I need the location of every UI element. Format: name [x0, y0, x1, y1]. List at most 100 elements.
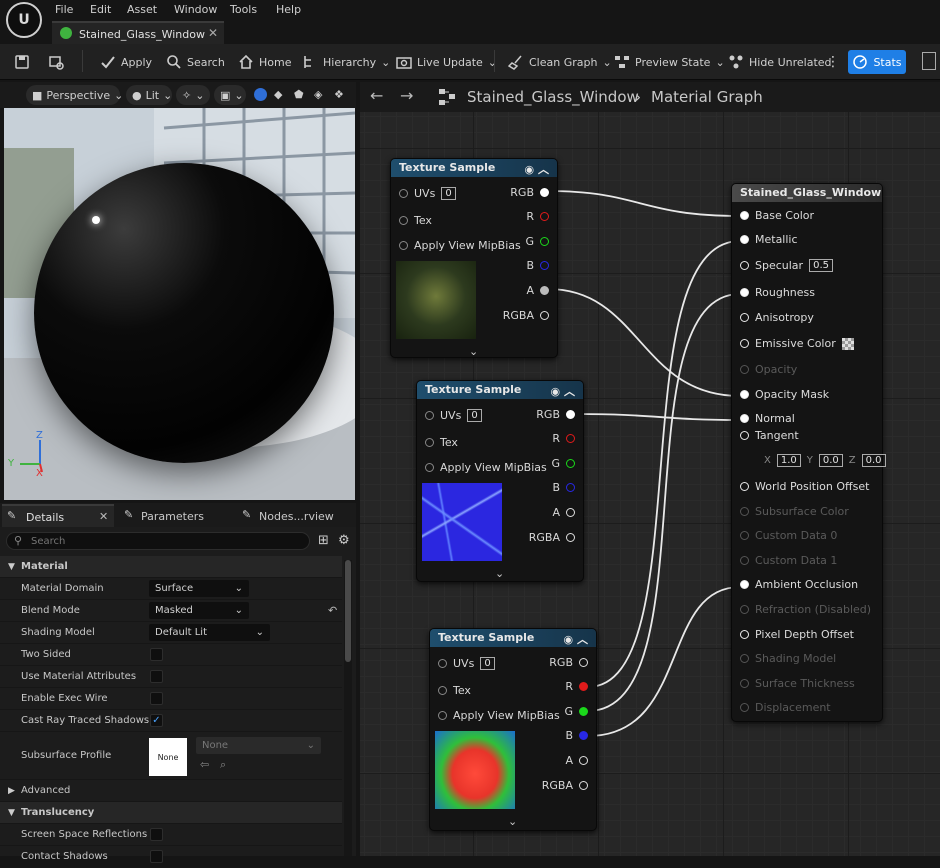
material-domain-dropdown[interactable]: Surface ⌄ — [149, 580, 249, 597]
pin-r[interactable] — [579, 682, 588, 691]
preview-cube-icon[interactable]: ◈ — [314, 88, 322, 101]
pin-uvs[interactable] — [399, 189, 408, 198]
pin-connector[interactable] — [740, 390, 749, 399]
menu-edit[interactable]: Edit — [90, 3, 111, 16]
menu-window[interactable]: Window — [174, 3, 217, 16]
home-button[interactable]: Home — [238, 44, 291, 80]
cast-ray-traced-shadows-checkbox[interactable]: ✓ — [150, 714, 163, 727]
stats-button[interactable]: Stats — [848, 50, 906, 74]
menu-help[interactable]: Help — [276, 3, 301, 16]
category-material[interactable]: ▼ Material — [0, 556, 342, 578]
lit-button[interactable]: ● Lit ⌄ — [126, 85, 172, 105]
collapse-icon[interactable]: ︿ — [577, 633, 588, 646]
pin-a[interactable] — [566, 508, 575, 517]
view-mode-button[interactable]: ▣ ⌄ — [214, 85, 246, 105]
emissive-color-swatch[interactable] — [841, 337, 854, 350]
pin-g[interactable] — [540, 237, 549, 246]
browse-asset-icon[interactable]: ⌕ — [220, 758, 226, 772]
category-advanced[interactable]: ▶ Advanced — [0, 780, 342, 802]
screen-space-reflections-checkbox[interactable] — [150, 828, 163, 841]
perspective-button[interactable]: ■ Perspective ⌄ — [26, 85, 123, 105]
pin-g[interactable] — [579, 707, 588, 716]
enable-exec-wire-checkbox[interactable] — [150, 692, 163, 705]
unreal-logo-icon[interactable]: U — [6, 2, 42, 38]
texture-sample-node[interactable]: Texture Sample ◉ ︿ UVs 0 Tex Apply View Mi… — [429, 628, 597, 831]
pin-a[interactable] — [579, 756, 588, 765]
preview-cylinder-icon[interactable]: ⬟ — [294, 88, 304, 101]
pin-rgb[interactable] — [540, 188, 549, 197]
pin-connector[interactable] — [740, 431, 749, 440]
material-pin-specular[interactable]: Specular 0.5 — [740, 259, 833, 272]
material-pin-metallic[interactable]: Metallic — [740, 233, 798, 246]
pin-connector[interactable] — [740, 339, 749, 348]
use-selected-icon[interactable]: ⇦ — [200, 758, 209, 771]
tab-parameters[interactable]: ✎ Parameters — [124, 504, 234, 526]
pin-rgba[interactable] — [579, 781, 588, 790]
menu-asset[interactable]: Asset — [127, 3, 157, 16]
pin-connector[interactable] — [740, 313, 749, 322]
apply-button[interactable]: Apply — [100, 44, 152, 80]
pin-uvs[interactable] — [425, 411, 434, 420]
pin-rgb[interactable] — [579, 658, 588, 667]
details-search[interactable]: ⚲ — [6, 532, 310, 550]
tangent-x-field[interactable]: 1.0 — [776, 454, 801, 467]
collapse-icon[interactable]: ︿ — [538, 163, 549, 176]
pin-connector[interactable] — [740, 580, 749, 589]
pin-g[interactable] — [566, 459, 575, 468]
forward-arrow-icon[interactable]: → — [400, 86, 413, 105]
uv-index-field[interactable]: 0 — [441, 187, 456, 200]
pin-mipbias[interactable] — [399, 241, 408, 250]
pin-mipbias[interactable] — [438, 711, 447, 720]
close-tab-icon[interactable]: ✕ — [208, 26, 218, 40]
expand-chevron-icon[interactable]: ⌄ — [469, 345, 478, 358]
uv-index-field[interactable]: 0 — [480, 657, 495, 670]
subsurface-profile-thumbnail[interactable]: None — [149, 738, 187, 776]
preview-sphere-icon[interactable] — [254, 88, 267, 101]
hierarchy-button[interactable]: Hierarchy ⌄ — [302, 44, 390, 80]
pin-b[interactable] — [540, 261, 549, 270]
platform-icon[interactable] — [922, 52, 936, 70]
tab-nodes-overview[interactable]: ✎ Nodes...rview — [242, 504, 352, 526]
preview-mesh-icon[interactable]: ❖ — [334, 88, 344, 101]
save-button[interactable] — [14, 44, 30, 80]
pin-connector[interactable] — [740, 235, 749, 244]
pin-tex[interactable] — [425, 438, 434, 447]
document-tab[interactable]: Stained_Glass_Window ✕ — [52, 21, 224, 45]
blend-mode-dropdown[interactable]: Masked ⌄ — [149, 602, 249, 619]
show-flags-button[interactable]: ✧ ⌄ — [176, 85, 210, 105]
specular-value-field[interactable]: 0.5 — [809, 259, 833, 272]
pin-rgb[interactable] — [566, 410, 575, 419]
pin-tex[interactable] — [399, 216, 408, 225]
table-view-icon[interactable]: ⊞ — [318, 533, 329, 548]
pin-tex[interactable] — [438, 686, 447, 695]
live-update-button[interactable]: Live Update ⌄ — [396, 44, 497, 80]
preview-plane-icon[interactable]: ◆ — [274, 88, 282, 101]
search-button[interactable]: Search — [166, 44, 225, 80]
scrollbar-thumb[interactable] — [345, 560, 351, 662]
preview-toggle-icon[interactable]: ◉ — [564, 633, 574, 646]
pin-connector[interactable] — [740, 414, 749, 423]
expand-chevron-icon[interactable]: ⌄ — [508, 815, 517, 828]
menu-file[interactable]: File — [55, 3, 73, 16]
pin-connector[interactable] — [740, 482, 749, 491]
collapse-icon[interactable]: ︿ — [564, 385, 575, 398]
menu-tools[interactable]: Tools — [230, 3, 257, 16]
two-sided-checkbox[interactable] — [150, 648, 163, 661]
material-preview-viewport[interactable]: Z Y X — [4, 108, 355, 500]
uv-index-field[interactable]: 0 — [467, 409, 482, 422]
preview-toggle-icon[interactable]: ◉ — [525, 163, 535, 176]
material-pin-tangent[interactable]: Tangent — [740, 429, 799, 442]
material-pin-normal[interactable]: Normal — [740, 412, 795, 425]
tangent-y-field[interactable]: 0.0 — [818, 454, 843, 467]
back-arrow-icon[interactable]: ← — [370, 86, 383, 105]
material-pin-roughness[interactable]: Roughness — [740, 286, 815, 299]
gear-icon[interactable]: ⚙ — [338, 533, 350, 548]
browse-button[interactable] — [48, 44, 64, 80]
details-scrollbar[interactable] — [344, 560, 352, 856]
pin-a[interactable] — [540, 286, 549, 295]
material-pin-emissive-color[interactable]: Emissive Color — [740, 337, 854, 350]
material-pin-opacity-mask[interactable]: Opacity Mask — [740, 388, 829, 401]
tab-details[interactable]: ✎ Details ✕ — [2, 504, 114, 527]
subsurface-profile-dropdown[interactable]: None ⌄ — [196, 737, 321, 754]
pin-b[interactable] — [566, 483, 575, 492]
